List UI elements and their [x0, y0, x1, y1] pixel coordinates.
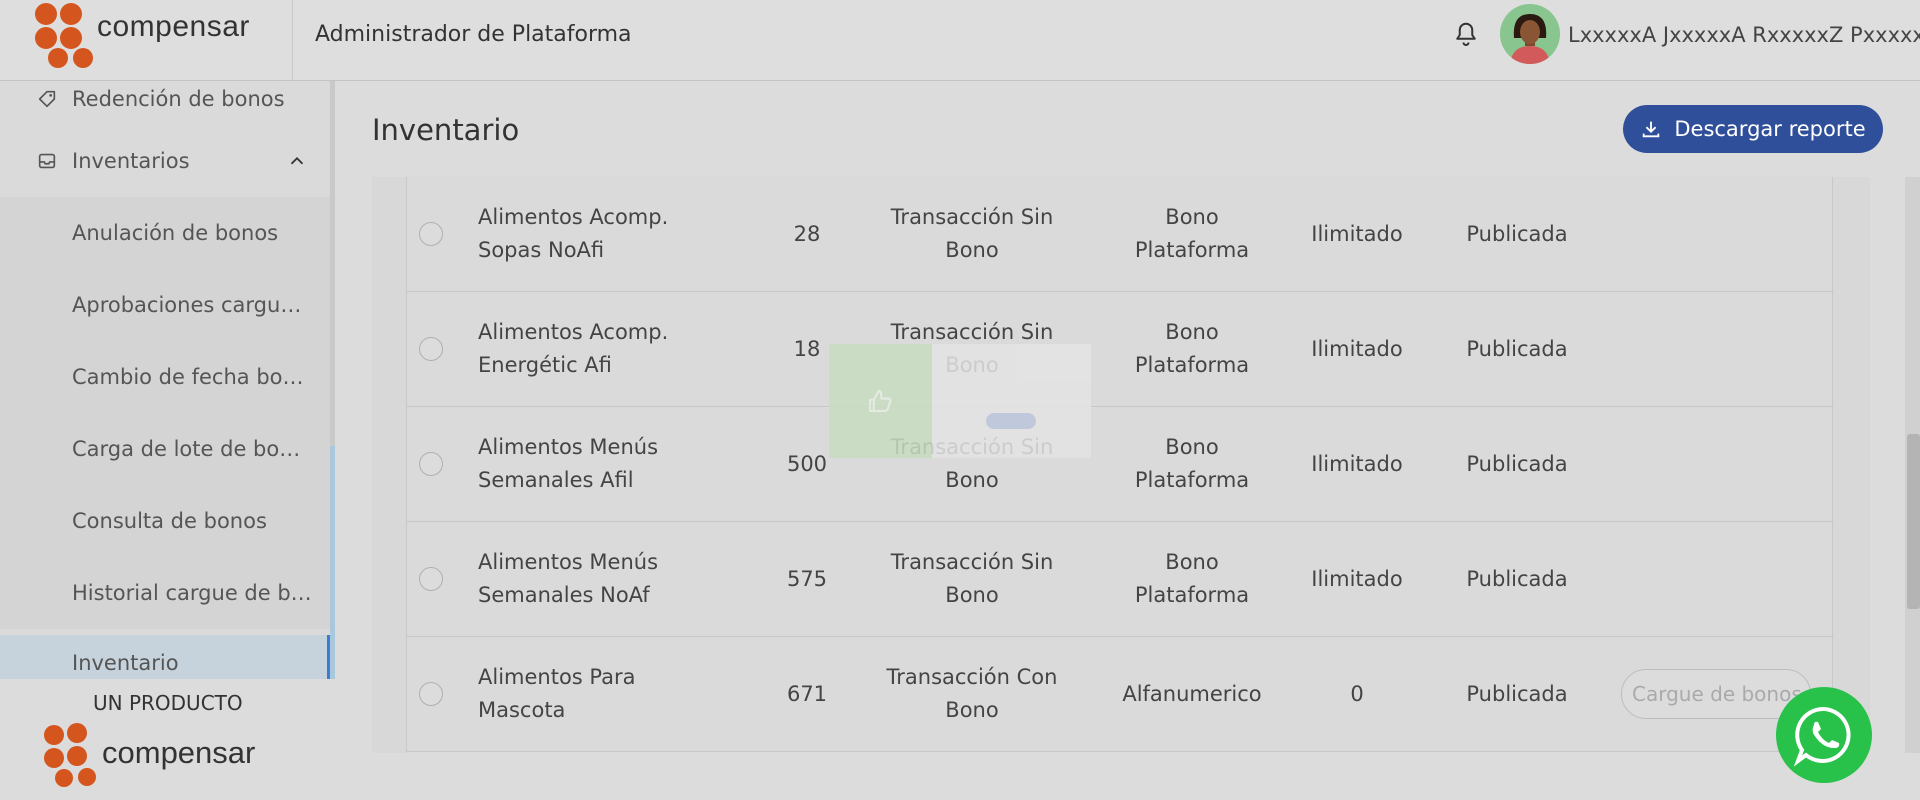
- product-footer: UN PRODUCTO compensar: [0, 679, 335, 800]
- sidebar-item-inventarios[interactable]: Inventarios: [0, 125, 330, 197]
- logo-wordmark: compensar: [97, 10, 250, 43]
- sidebar-item-label: Consulta de bonos: [72, 509, 267, 533]
- cell-limit: Ilimitado: [1311, 337, 1403, 361]
- cell-state: Publicada: [1466, 567, 1568, 591]
- cell-qty: 575: [786, 567, 828, 591]
- download-icon: [1643, 121, 1660, 138]
- cell-state: Publicada: [1466, 222, 1568, 246]
- cell-type: Transacción Sin Bono: [890, 550, 1054, 607]
- row-radio[interactable]: [419, 452, 443, 476]
- bell-icon[interactable]: [1451, 20, 1481, 50]
- sidebar-item-label: Inventario: [72, 651, 179, 675]
- download-report-button[interactable]: Descargar reporte: [1623, 105, 1883, 153]
- table-panel: Alimentos Acomp. Sopas NoAfi 28 Transacc…: [372, 177, 1870, 753]
- sidebar-item-label: Inventarios: [72, 149, 190, 173]
- cell-bono: Bono Plataforma: [1134, 550, 1250, 607]
- whatsapp-button[interactable]: [1776, 687, 1872, 783]
- cell-name: Alimentos Para Mascota: [478, 665, 636, 722]
- whatsapp-icon: [1793, 706, 1851, 767]
- sidebar-item-label: Redención de bonos: [72, 87, 285, 111]
- cell-state: Publicada: [1466, 337, 1568, 361]
- logo-dots-icon: [35, 3, 93, 68]
- toast-button[interactable]: [986, 413, 1036, 429]
- cell-qty: 28: [793, 222, 821, 246]
- chevron-up-icon[interactable]: [286, 150, 308, 172]
- cell-name: Alimentos Menús Semanales Afil: [478, 435, 659, 492]
- main-content: Inventario Descargar reporte Alimentos A…: [335, 81, 1920, 753]
- thumbs-up-icon: [869, 390, 892, 412]
- cell-limit: Ilimitado: [1311, 452, 1403, 476]
- tag-icon: [38, 90, 56, 108]
- logo-dots-icon: [44, 723, 96, 787]
- sidebar-item-carga-lote[interactable]: Carga de lote de bonos: [0, 413, 330, 485]
- sidebar-item-label: Anulación de bonos: [72, 221, 279, 245]
- table-row[interactable]: Alimentos Acomp. Sopas NoAfi 28 Transacc…: [407, 177, 1834, 292]
- user-avatar-icon: [1510, 14, 1550, 64]
- inbox-icon: [38, 153, 56, 169]
- sidebar-item-label: Cambio de fecha bonos: [72, 365, 312, 389]
- row-radio[interactable]: [419, 682, 443, 706]
- cell-limit: Ilimitado: [1311, 567, 1403, 591]
- sidebar-item-label: Carga de lote de bonos: [72, 437, 312, 461]
- sidebar-item-historial[interactable]: Historial cargue de bo...: [0, 557, 330, 629]
- cell-name: Alimentos Acomp. Sopas NoAfi: [478, 205, 669, 262]
- row-radio[interactable]: [419, 222, 443, 246]
- compensar-logo[interactable]: compensar: [32, 2, 272, 68]
- cell-qty: 671: [786, 682, 828, 706]
- logo-wordmark: compensar: [102, 735, 256, 770]
- cell-state: Publicada: [1466, 452, 1568, 476]
- user-name[interactable]: LxxxxxA JxxxxxA RxxxxxZ PxxxxxA: [1568, 23, 1920, 47]
- cell-bono: Alfanumerico: [1122, 682, 1262, 706]
- cell-name: Alimentos Menús Semanales NoAf: [478, 550, 659, 607]
- row-radio[interactable]: [419, 337, 443, 361]
- cell-name: Alimentos Acomp. Energétic Afi: [478, 320, 669, 377]
- cell-bono: Bono Plataforma: [1134, 435, 1250, 492]
- product-label: UN PRODUCTO: [93, 691, 243, 715]
- table-row[interactable]: Alimentos Menús Semanales NoAf 575 Trans…: [407, 522, 1834, 637]
- app-title: Administrador de Plataforma: [315, 22, 632, 47]
- cell-state: Publicada: [1466, 682, 1568, 706]
- sidebar-item-label: Historial cargue de bo...: [72, 581, 312, 605]
- avatar[interactable]: [1500, 4, 1560, 64]
- table-row[interactable]: Alimentos Para Mascota 671 Transacción C…: [407, 637, 1834, 752]
- table-row[interactable]: Alimentos Acomp. Energétic Afi 18 Transa…: [407, 292, 1834, 407]
- cell-bono: Bono Plataforma: [1134, 205, 1250, 262]
- cell-type: Transacción Con Bono: [886, 665, 1058, 722]
- footer-logo: compensar: [42, 723, 302, 793]
- sidebar-item-cambio-fecha[interactable]: Cambio de fecha bonos: [0, 341, 330, 413]
- download-label: Descargar reporte: [1674, 117, 1866, 141]
- cell-type: Transacción Sin Bono: [890, 205, 1054, 262]
- toast-accent: [829, 344, 932, 458]
- sidebar-item-label: Aprobaciones cargue ...: [72, 293, 312, 317]
- sidebar: Redención de bonos Inventarios Anulación…: [0, 81, 335, 707]
- cell-limit: Ilimitado: [1311, 222, 1403, 246]
- page-title: Inventario: [372, 113, 520, 147]
- success-toast: [829, 344, 1091, 458]
- main-scroll-thumb[interactable]: [1907, 434, 1920, 609]
- sidebar-item-aprobaciones[interactable]: Aprobaciones cargue ...: [0, 269, 330, 341]
- sidebar-item-consulta[interactable]: Consulta de bonos: [0, 485, 330, 557]
- row-radio[interactable]: [419, 567, 443, 591]
- cell-bono: Bono Plataforma: [1134, 320, 1250, 377]
- table-row[interactable]: Alimentos Menús Semanales Afil 500 Trans…: [407, 407, 1834, 522]
- sidebar-item-anulacion[interactable]: Anulación de bonos: [0, 197, 330, 269]
- inventory-table: Alimentos Acomp. Sopas NoAfi 28 Transacc…: [406, 177, 1834, 753]
- cell-limit: 0: [1350, 682, 1364, 706]
